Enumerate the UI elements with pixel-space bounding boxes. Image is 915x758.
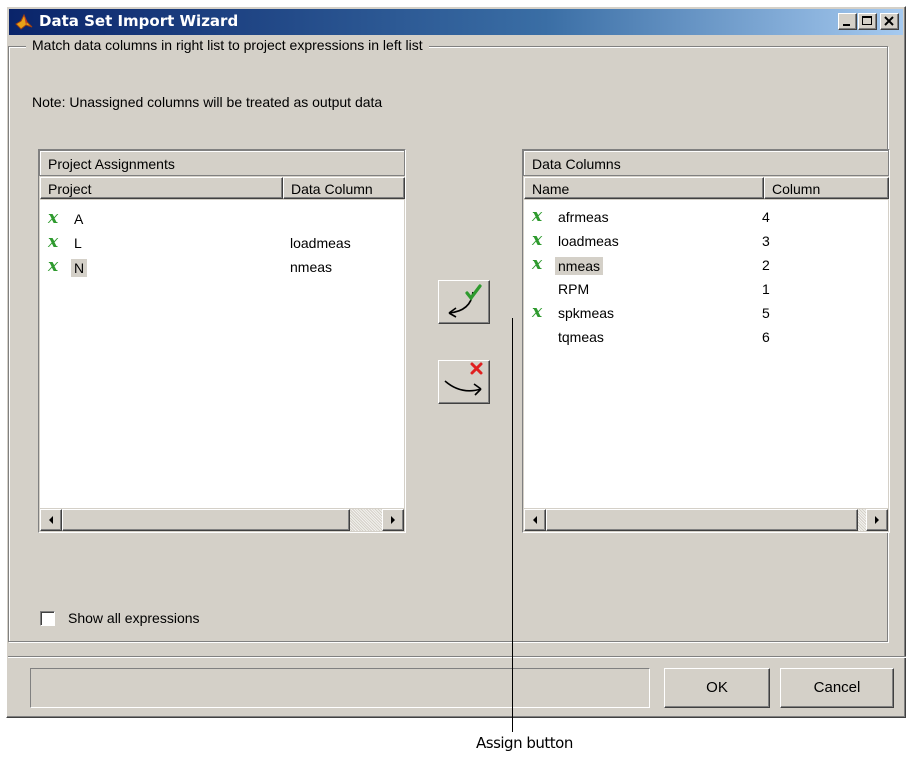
column-index: 6 bbox=[762, 329, 770, 345]
column-header-data-column[interactable]: Data Column bbox=[283, 177, 405, 199]
panel-title: Project Assignments bbox=[39, 150, 405, 176]
group-label: Match data columns in right list to proj… bbox=[26, 37, 429, 53]
show-all-expressions-checkbox[interactable] bbox=[40, 611, 55, 626]
column-name: afrmeas bbox=[558, 209, 609, 225]
project-name: N bbox=[71, 259, 88, 277]
list-item[interactable]: x L loadmeas bbox=[40, 232, 404, 256]
minimize-icon bbox=[843, 24, 850, 26]
close-icon bbox=[884, 16, 894, 26]
horizontal-scrollbar[interactable] bbox=[40, 509, 404, 531]
unassign-button[interactable] bbox=[438, 360, 490, 404]
data-columns-panel: Data Columns Name Column x afrmeas 4 x l… bbox=[522, 149, 890, 533]
scroll-left-button[interactable] bbox=[40, 509, 62, 531]
footer-separator bbox=[8, 656, 906, 658]
column-index: 4 bbox=[762, 209, 770, 225]
assigned-x-icon: x bbox=[532, 230, 543, 250]
cancel-button[interactable]: Cancel bbox=[780, 668, 894, 708]
list-item[interactable]: tqmeas 6 bbox=[524, 326, 888, 350]
column-name: loadmeas bbox=[558, 233, 619, 249]
column-index: 2 bbox=[762, 257, 770, 273]
assigned-x-icon: x bbox=[532, 206, 543, 226]
list-item-selected[interactable]: x N nmeas bbox=[40, 256, 404, 280]
data-column-value: nmeas bbox=[290, 259, 333, 275]
window-title: Data Set Import Wizard bbox=[39, 12, 239, 30]
column-header-project[interactable]: Project bbox=[40, 177, 283, 199]
assigned-x-icon: x bbox=[532, 302, 543, 322]
list-item-selected[interactable]: x nmeas 2 bbox=[524, 254, 888, 278]
column-header-column[interactable]: Column bbox=[764, 177, 889, 199]
list-item[interactable]: x loadmeas 3 bbox=[524, 230, 888, 254]
matlab-logo-icon bbox=[15, 13, 33, 30]
minimize-button[interactable] bbox=[838, 13, 857, 30]
arrow-right-icon bbox=[391, 516, 395, 524]
assigned-x-icon: x bbox=[48, 256, 59, 276]
assign-button[interactable] bbox=[438, 280, 490, 324]
scroll-thumb[interactable] bbox=[546, 509, 858, 531]
project-assignments-panel: Project Assignments Project Data Column … bbox=[38, 149, 406, 533]
arrow-left-icon bbox=[49, 516, 53, 524]
column-name: nmeas bbox=[555, 257, 604, 275]
maximize-button[interactable] bbox=[858, 13, 877, 30]
unassign-arrow-x-icon bbox=[444, 362, 483, 396]
title-bar[interactable]: Data Set Import Wizard bbox=[9, 9, 903, 35]
list-item[interactable]: x afrmeas 4 bbox=[524, 206, 888, 230]
list-item[interactable]: x spkmeas 5 bbox=[524, 302, 888, 326]
note-text: Note: Unassigned columns will be treated… bbox=[32, 94, 383, 110]
project-name: L bbox=[74, 235, 82, 251]
project-list[interactable]: x A x L loadmeas x N nmeas bbox=[40, 200, 404, 508]
close-button[interactable] bbox=[880, 13, 899, 30]
list-item[interactable]: x A bbox=[40, 208, 404, 232]
status-bar bbox=[30, 668, 650, 708]
column-header-name[interactable]: Name bbox=[524, 177, 764, 199]
column-index: 5 bbox=[762, 305, 770, 321]
panel-title: Data Columns bbox=[523, 150, 889, 176]
scroll-right-button[interactable] bbox=[382, 509, 404, 531]
horizontal-scrollbar[interactable] bbox=[524, 509, 888, 531]
scroll-right-button[interactable] bbox=[866, 509, 888, 531]
maximize-icon bbox=[862, 16, 872, 25]
list-item[interactable]: RPM 1 bbox=[524, 278, 888, 302]
scroll-left-button[interactable] bbox=[524, 509, 546, 531]
assigned-x-icon: x bbox=[532, 254, 543, 274]
arrow-right-icon bbox=[875, 516, 879, 524]
column-name: tqmeas bbox=[558, 329, 604, 345]
callout-line bbox=[512, 318, 513, 732]
assigned-x-icon: x bbox=[48, 208, 59, 228]
column-name: spkmeas bbox=[558, 305, 615, 321]
show-all-expressions-label[interactable]: Show all expressions bbox=[68, 610, 200, 626]
callout-label: Assign button bbox=[476, 734, 573, 752]
data-column-list[interactable]: x afrmeas 4 x loadmeas 3 x nmeas 2 RPM 1… bbox=[524, 200, 888, 508]
column-name: RPM bbox=[558, 281, 590, 297]
column-index: 1 bbox=[762, 281, 770, 297]
scroll-thumb[interactable] bbox=[62, 509, 350, 531]
assigned-x-icon: x bbox=[48, 232, 59, 252]
arrow-left-icon bbox=[533, 516, 537, 524]
data-column-value: loadmeas bbox=[290, 235, 351, 251]
ok-button[interactable]: OK bbox=[664, 668, 770, 708]
project-name: A bbox=[74, 211, 84, 227]
assign-arrow-check-icon bbox=[448, 284, 482, 318]
column-index: 3 bbox=[762, 233, 770, 249]
